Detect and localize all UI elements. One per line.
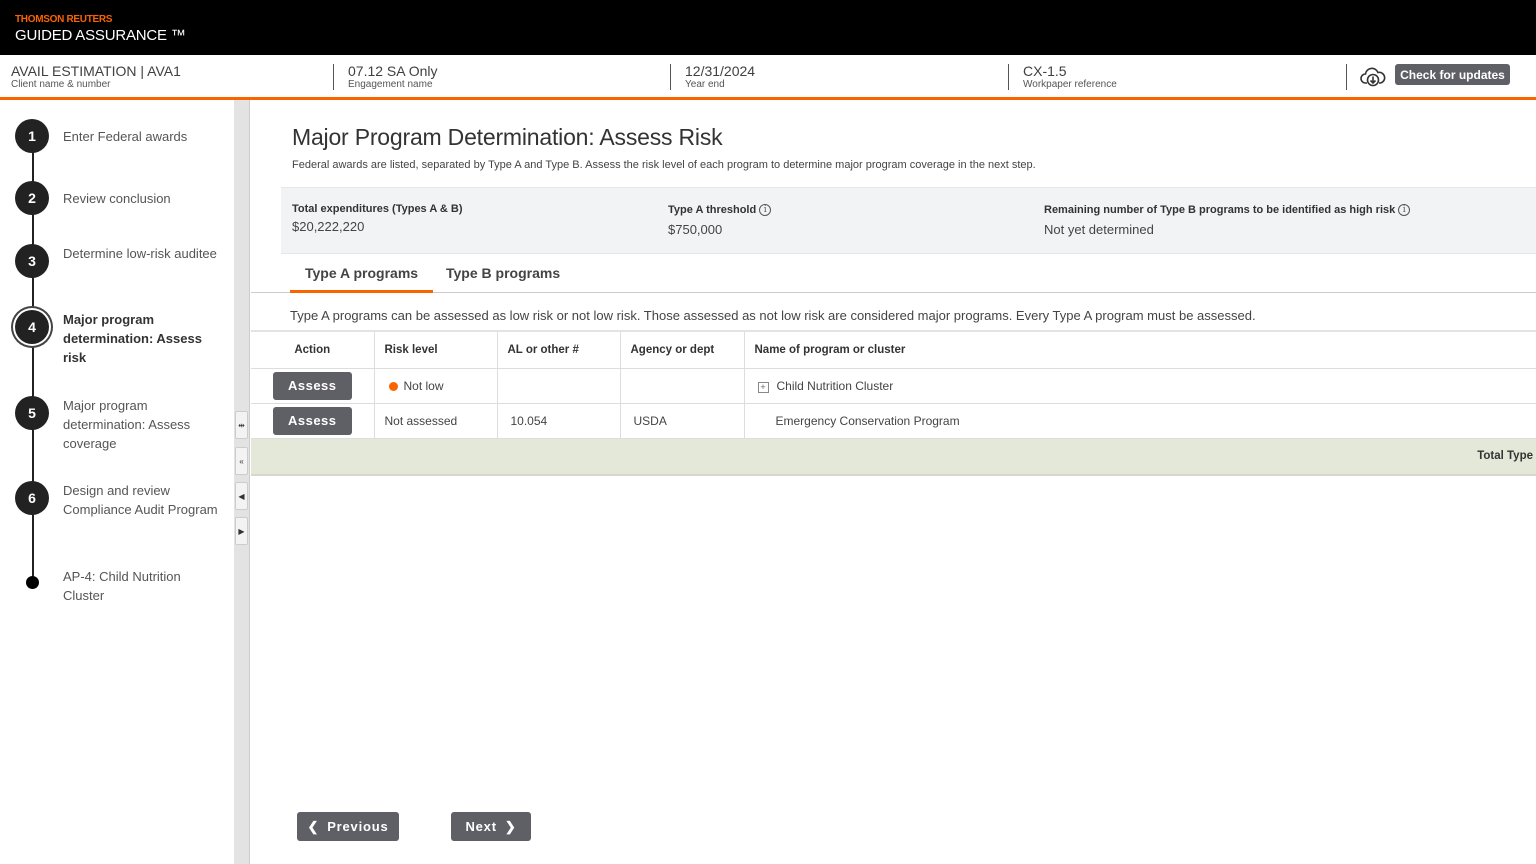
year-end-info: 12/31/2024 Year end [685,63,755,91]
engagement-label: Engagement name [348,79,433,90]
agency-cell: USDA [619,402,744,439]
tab-description: Type A programs can be assessed as low r… [290,308,1256,323]
year-end-value: 12/31/2024 [685,63,756,79]
client-label: Client name & number [11,79,111,90]
engagement-header: AVAIL ESTIMATION | AVA1 Client name & nu… [0,55,1536,100]
action-cell: Assess [251,367,374,404]
brand-product: GUIDED ASSURANCE ™ [15,27,186,44]
divider [333,64,334,90]
step-label[interactable]: Major program determination: Assess risk [63,310,223,367]
workpaper-value: CX-1.5 [1023,63,1067,79]
page-description: Federal awards are listed, separated by … [292,159,1036,171]
assess-button[interactable]: Assess [272,406,352,435]
info-icon[interactable]: i [759,204,772,216]
table-row: Assess Not assessed 10.054 USDA Emergenc… [251,402,1536,439]
brand-company: THOMSON REUTERS [15,14,113,25]
step-label[interactable]: Design and review Compliance Audit Progr… [63,481,223,519]
total-label: Total Type [251,437,1536,476]
column-header-risk-level: Risk level [373,330,497,369]
year-end-label: Year end [685,79,725,90]
step-label[interactable]: Major program determination: Assess cove… [63,396,223,453]
next-button[interactable]: Next ❯ [451,812,531,841]
main-content: Major Program Determination: Assess Risk… [251,100,1536,864]
expand-plus-icon[interactable]: + [757,381,769,393]
risk-level-text: Not low [403,378,444,393]
assess-button[interactable]: Assess [272,371,352,400]
step-number: 5 [15,396,49,430]
step-number: 4 [15,310,49,344]
client-info: AVAIL ESTIMATION | AVA1 Client name & nu… [11,63,181,91]
programs-table: Action Risk level AL or other # Agency o… [251,330,1536,476]
type-a-threshold: Type A threshold i $750,000 [668,204,772,237]
panel-splitter[interactable]: ⇹ « ◀ ▶ [234,100,250,864]
total-expenditures-value: $20,222,220 [292,219,365,234]
chevron-left-icon: ❮ [307,818,320,834]
remaining-type-b-label: Remaining number of Type B programs to b… [1044,204,1396,216]
program-name-cell: + Child Nutrition Cluster [743,367,1536,404]
column-header-action: Action [251,330,374,369]
remaining-type-b-value: Not yet determined [1044,222,1154,237]
divider [1346,64,1347,90]
engagement-info: 07.12 SA Only Engagement name [348,63,438,91]
info-icon[interactable]: i [1398,204,1411,216]
summary-panel: Total expenditures (Types A & B) $20,222… [281,187,1536,254]
type-a-threshold-label: Type A threshold [668,204,757,216]
client-name: AVAIL ESTIMATION | AVA1 [11,63,181,79]
tab-type-a-programs[interactable]: Type A programs [290,265,434,293]
step-number: 3 [15,244,49,278]
stepper-sidebar: 1 Enter Federal awards 2 Review conclusi… [0,100,234,864]
program-name-text: Child Nutrition Cluster [776,378,894,393]
column-header-program-name: Name of program or cluster [743,330,1536,369]
column-header-al-number: AL or other # [496,330,620,369]
total-expenditures: Total expenditures (Types A & B) $20,222… [292,203,463,234]
risk-level-cell: Not assessed [373,402,497,439]
engagement-name: 07.12 SA Only [348,63,438,79]
cloud-download-icon[interactable] [1360,64,1386,88]
remaining-type-b: Remaining number of Type B programs to b… [1044,204,1411,237]
step-label[interactable]: Enter Federal awards [63,127,223,146]
al-number-cell: 10.054 [496,402,620,439]
step-label[interactable]: Determine low-risk auditee [63,244,223,263]
previous-button[interactable]: ❮ Previous [297,812,399,841]
table-row: Assess Not low + Child Nutrition Cluster [251,367,1536,404]
divider [1008,64,1009,90]
resize-handle-icon[interactable]: ⇹ [235,411,248,439]
program-name-cell: Emergency Conservation Program [743,402,1536,439]
collapse-all-icon[interactable]: « [235,447,248,475]
step-label[interactable]: AP-4: Child Nutrition Cluster [63,567,223,605]
total-expenditures-label: Total expenditures (Types A & B) [292,203,463,215]
step-number: 6 [15,481,49,515]
next-label: Next [465,819,497,834]
previous-label: Previous [327,819,389,834]
program-tabs: Type A programs Type B programs [251,260,1536,293]
check-for-updates-button[interactable]: Check for updates [1395,64,1510,85]
divider [670,64,671,90]
al-number-cell [496,367,620,404]
brand-bar: THOMSON REUTERS GUIDED ASSURANCE ™ [0,0,1536,55]
agency-cell [619,367,744,404]
type-a-threshold-value: $750,000 [668,222,723,237]
step-number: 2 [15,181,49,215]
workpaper-info: CX-1.5 Workpaper reference [1023,63,1117,91]
column-header-agency: Agency or dept [619,330,744,369]
expand-right-icon[interactable]: ▶ [235,517,248,545]
workpaper-label: Workpaper reference [1023,79,1117,90]
table-header-row: Action Risk level AL or other # Agency o… [251,330,1536,369]
chevron-right-icon: ❯ [504,818,517,834]
total-row: Total Type [251,437,1536,476]
page-title: Major Program Determination: Assess Risk [292,124,723,150]
risk-status-dot [388,381,398,391]
collapse-left-icon[interactable]: ◀ [235,482,248,510]
action-cell: Assess [251,402,374,439]
step-dot [26,576,39,589]
step-number: 1 [15,119,49,153]
step-label[interactable]: Review conclusion [63,189,223,208]
risk-level-cell: Not low [373,367,497,404]
tab-type-b-programs[interactable]: Type B programs [431,265,575,293]
